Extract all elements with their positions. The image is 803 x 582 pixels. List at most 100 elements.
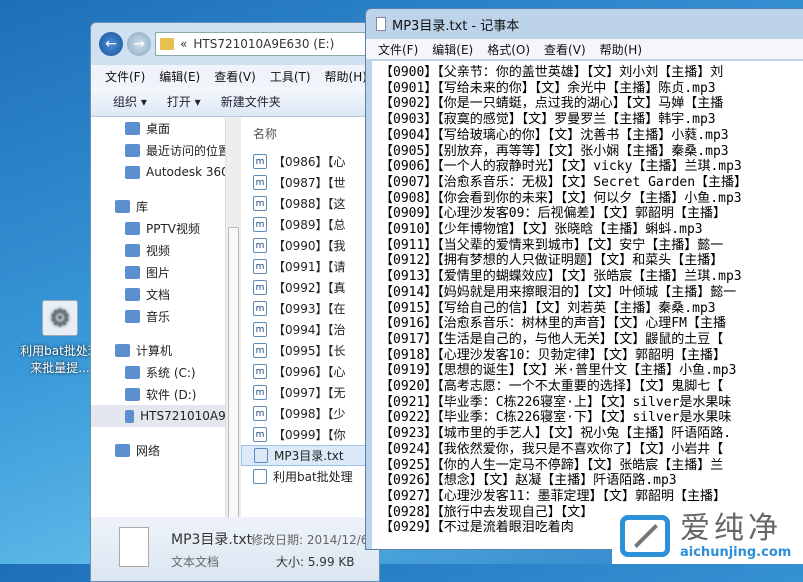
file-item[interactable]: m 【0987】【世 — [241, 172, 379, 193]
back-button[interactable]: ← — [99, 32, 123, 56]
text-line: 【0901】【写给未来的你】【文】余光中【主播】陈贞.mp3 — [380, 80, 716, 96]
new-folder-button[interactable]: 新建文件夹 — [221, 93, 281, 110]
file-item[interactable]: m 【0993】【在 — [241, 298, 379, 319]
notepad-window: MP3目录.txt - 记事本 文件(F) 编辑(E) 格式(O) 查看(V) … — [365, 8, 803, 550]
menu-view[interactable]: 查看(V) — [214, 68, 256, 85]
file-list: 名称 m 【0986】【心 m 【0987】【世 m 【0988】【这 m 【0989】【总 m… — [241, 117, 379, 517]
file-name: 利用bat批处理 — [273, 470, 353, 484]
address-bar[interactable]: « HTS721010A9E630 (E:) — [155, 32, 379, 56]
details-filename: MP3目录.txt — [171, 532, 253, 548]
np-menu-help[interactable]: 帮助(H) — [600, 41, 642, 58]
nav-item-label: 网络 — [136, 443, 161, 458]
nav-item-icon — [125, 243, 140, 257]
nav-item[interactable]: 桌面 — [91, 117, 241, 139]
np-menu-format[interactable]: 格式(O) — [487, 41, 530, 58]
menu-help[interactable]: 帮助(H) — [325, 68, 367, 85]
address-prefix: « — [180, 37, 188, 51]
nav-item[interactable]: 图片 — [91, 261, 241, 283]
column-header-name[interactable]: 名称 — [241, 125, 379, 151]
nav-item-icon — [125, 143, 140, 157]
desktop-icon-bat[interactable]: ⚙ 利用bat批处理来批量提... — [20, 300, 100, 376]
menu-tools[interactable]: 工具(T) — [270, 68, 311, 85]
notepad-menubar: 文件(F) 编辑(E) 格式(O) 查看(V) 帮助(H) — [366, 39, 803, 59]
file-item[interactable]: m 【0988】【这 — [241, 193, 379, 214]
nav-item[interactable]: 视频 — [91, 239, 241, 261]
text-line: 【0922】【毕业季：C栋226寝室·下】【文】silver是水果味 — [380, 410, 732, 426]
file-name: 【0993】【在 — [273, 302, 346, 316]
watermark-url: aichunjing.com — [680, 544, 792, 560]
nav-item[interactable]: PPTV视频 — [91, 217, 241, 239]
nav-item-icon — [125, 121, 140, 135]
nav-item[interactable]: 网络 — [91, 439, 241, 461]
text-line: 【0917】【生活是自己的，与他人无关】【文】鼹鼠的土豆【 — [380, 331, 724, 347]
forward-button[interactable]: → — [127, 32, 151, 56]
text-line: 【0912】【拥有梦想的人只做证明题】【文】和菜头【主播】 — [380, 253, 724, 269]
mp3-file-icon: m — [253, 427, 267, 442]
text-line: 【0908】【你会看到你的未来】【文】何以夕【主播】小鱼.mp3 — [380, 190, 742, 206]
file-name: 【0990】【我 — [273, 239, 346, 253]
file-item[interactable]: 利用bat批处理 — [241, 466, 379, 487]
nav-item[interactable]: 计算机 — [91, 339, 241, 361]
nav-item[interactable]: 系统 (C:) — [91, 361, 241, 383]
open-button[interactable]: 打开 ▾ — [167, 93, 201, 110]
nav-item-label: 库 — [136, 199, 149, 214]
file-item[interactable]: m 【0997】【无 — [241, 382, 379, 403]
np-menu-file[interactable]: 文件(F) — [378, 41, 418, 58]
details-pane: MP3目录.txt 修改日期: 2014/12/6 文本文档 大小: 5.99 … — [91, 517, 379, 581]
nav-item[interactable]: 文档 — [91, 283, 241, 305]
file-name: 【0987】【世 — [273, 176, 346, 190]
nav-item-label: 桌面 — [146, 121, 171, 136]
notepad-icon — [376, 17, 386, 31]
file-name: 【0998】【少 — [273, 407, 346, 421]
text-file-icon — [119, 527, 149, 567]
file-name: MP3目录.txt — [274, 449, 344, 463]
file-item[interactable]: MP3目录.txt — [241, 445, 379, 466]
nav-item-icon — [125, 265, 140, 279]
file-item[interactable]: m 【0990】【我 — [241, 235, 379, 256]
file-item[interactable]: m 【0989】【总 — [241, 214, 379, 235]
menu-file[interactable]: 文件(F) — [105, 68, 145, 85]
file-item[interactable]: m 【0998】【少 — [241, 403, 379, 424]
text-line: 【0924】【我依然爱你，我只是不喜欢你了】【文】小岩井【 — [380, 441, 724, 457]
np-menu-edit[interactable]: 编辑(E) — [432, 41, 473, 58]
mp3-file-icon: m — [253, 406, 267, 421]
nav-item[interactable]: 软件 (D:) — [91, 383, 241, 405]
details-size: 大小: 5.99 KB — [276, 555, 355, 569]
file-item[interactable]: m 【0996】【心 — [241, 361, 379, 382]
np-menu-view[interactable]: 查看(V) — [544, 41, 586, 58]
text-editor[interactable]: 【0900】【父亲节：你的盖世英雄】【文】刘小刘【主播】刘 【0901】【写给未来… — [372, 61, 803, 549]
nav-item[interactable]: 最近访问的位置 — [91, 139, 241, 161]
text-line: 【0911】【当父辈的爱情来到城市】【文】安宁【主播】懿一 — [380, 237, 724, 253]
nav-item[interactable]: 音乐 — [91, 305, 241, 327]
file-item[interactable]: m 【0991】【请 — [241, 256, 379, 277]
mp3-file-icon: m — [253, 343, 267, 358]
nav-item-icon — [125, 287, 140, 301]
nav-item-label: 软件 (D:) — [146, 387, 197, 402]
nav-item-label: 最近访问的位置 — [146, 143, 231, 158]
file-item[interactable]: m 【0995】【长 — [241, 340, 379, 361]
nav-scrollbar[interactable] — [225, 117, 241, 527]
nav-item[interactable]: HTS721010A9E6 — [91, 405, 241, 427]
nav-item[interactable]: Autodesk 360 — [91, 161, 241, 183]
organize-button[interactable]: 组织 ▾ — [113, 93, 147, 110]
file-name: 【0988】【这 — [273, 197, 346, 211]
nav-item-label: PPTV视频 — [146, 221, 201, 236]
folder-icon — [160, 38, 174, 50]
file-item[interactable]: m 【0999】【你 — [241, 424, 379, 445]
mp3-file-icon: m — [253, 154, 267, 169]
file-name: 【0999】【你 — [273, 428, 346, 442]
file-item[interactable]: m 【0986】【心 — [241, 151, 379, 172]
mp3-file-icon: m — [253, 217, 267, 232]
nav-item-label: 文档 — [146, 287, 171, 302]
menu-edit[interactable]: 编辑(E) — [159, 68, 200, 85]
file-name: 【0997】【无 — [273, 386, 346, 400]
nav-item[interactable]: 库 — [91, 195, 241, 217]
nav-item-icon — [125, 365, 140, 379]
file-item[interactable]: m 【0992】【真 — [241, 277, 379, 298]
file-name: 【0992】【真 — [273, 281, 346, 295]
nav-item-label: 计算机 — [136, 343, 173, 358]
nav-item-icon — [115, 343, 130, 357]
file-item[interactable]: m 【0994】【治 — [241, 319, 379, 340]
watermark-brand: 爱纯净 — [680, 510, 782, 546]
text-line: 【0927】【心理沙发客11：墨菲定理】【文】郭韶明【主播】 — [380, 488, 726, 504]
